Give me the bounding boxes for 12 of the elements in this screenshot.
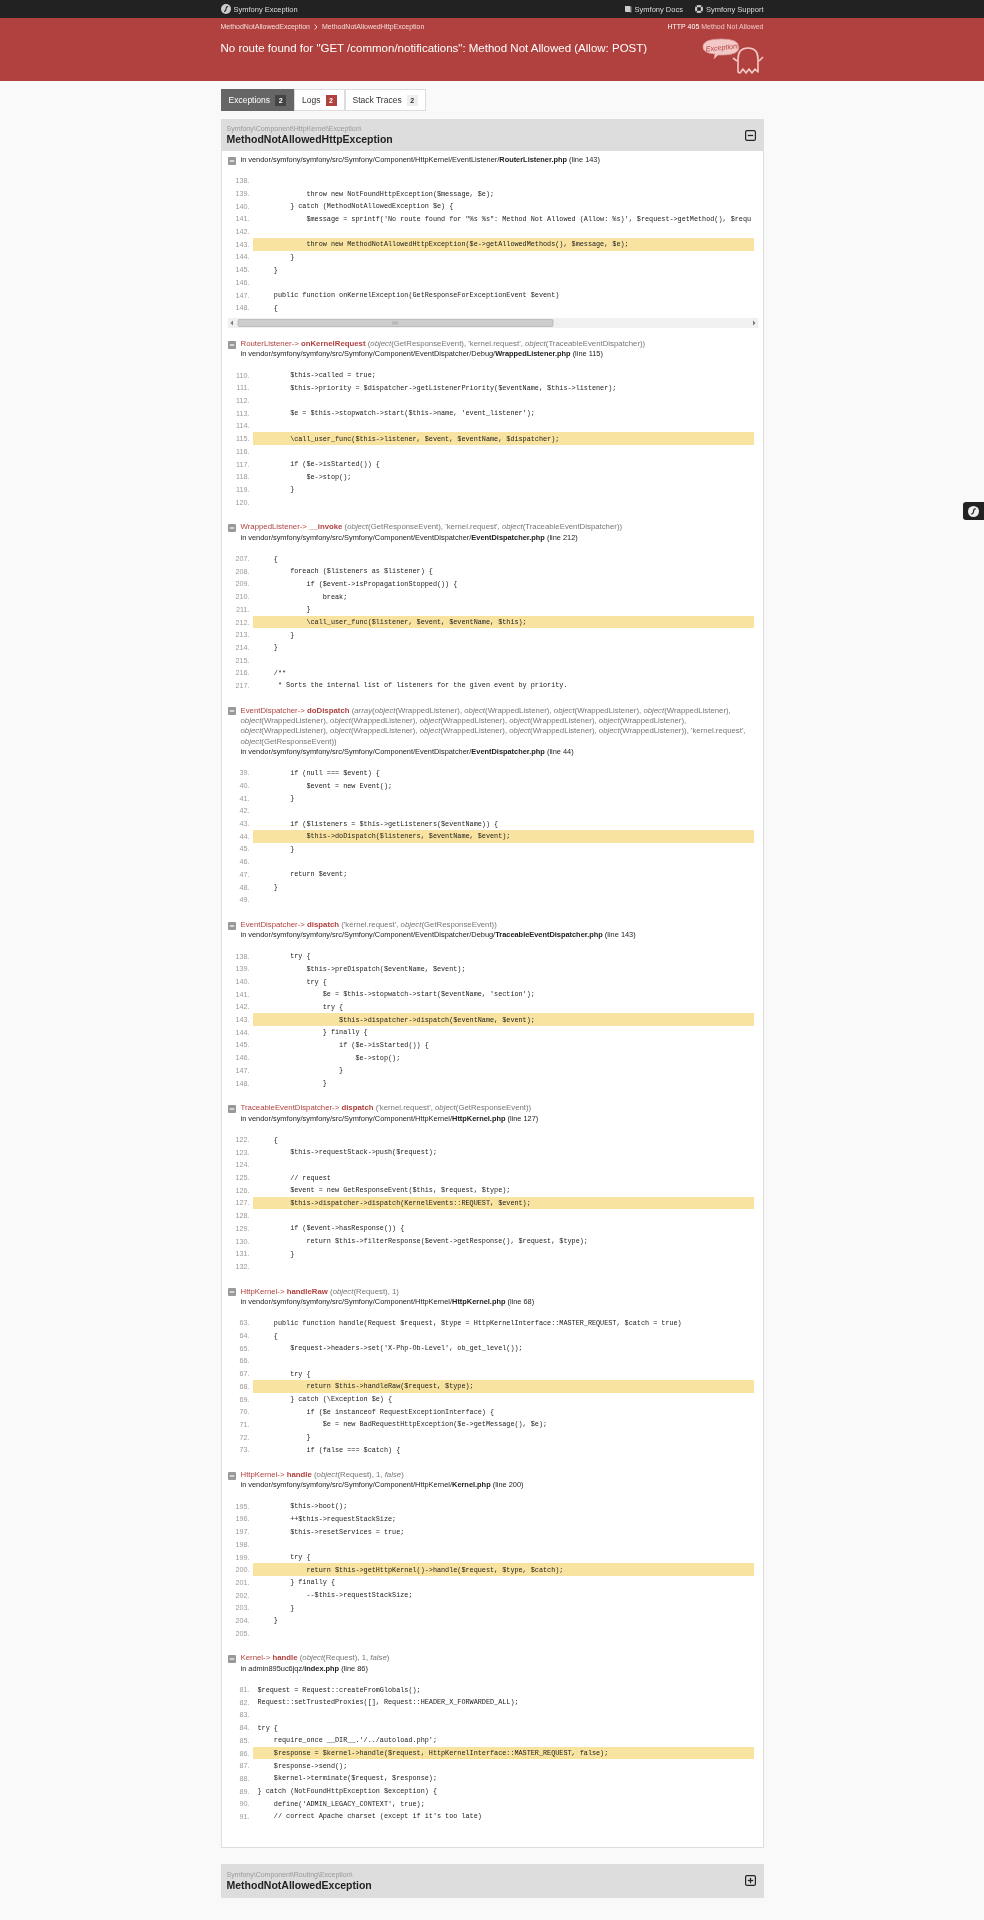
collapse-icon[interactable]: [744, 129, 756, 141]
exception-message: No route found for "GET /common/notifications": Method Not Allowed (Allow: POST): [220, 42, 648, 54]
lifebuoy-icon: [694, 5, 703, 13]
expand-icon[interactable]: [744, 1875, 756, 1887]
toolbar-toggle-button[interactable]: [963, 502, 984, 520]
horizontal-scrollbar[interactable]: [227, 318, 758, 329]
chevron-icon: [314, 23, 318, 30]
exception-class: MethodNotAllowedException: [226, 1878, 372, 1892]
exception-class: MethodNotAllowedHttpException: [226, 133, 393, 146]
logo-icon: [220, 4, 231, 14]
book-icon: [623, 5, 632, 13]
logo-icon: [968, 505, 979, 517]
